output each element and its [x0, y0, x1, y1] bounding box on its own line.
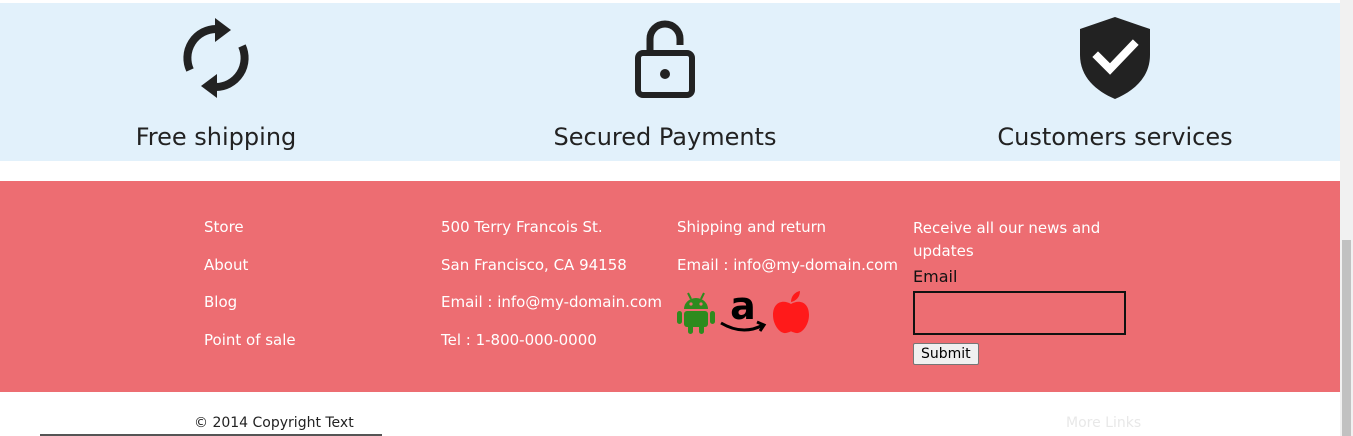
android-icon[interactable] [677, 290, 715, 338]
scrollbar-thumb[interactable] [1342, 240, 1351, 436]
shipping-return-link[interactable]: Shipping and return [677, 217, 898, 255]
footer-links: Store About Blog Point of sale [204, 217, 296, 368]
footer-link-about[interactable]: About [204, 255, 296, 293]
footer-link-point-of-sale[interactable]: Point of sale [204, 330, 296, 368]
contact-email: Email : info@my-domain.com [441, 293, 662, 312]
feature-free-shipping: Free shipping [66, 3, 366, 161]
footer-link-blog[interactable]: Blog [204, 292, 296, 330]
footer-newsletter: Receive all our news and updates Email S… [913, 217, 1126, 365]
feature-customers-services: Customers services [965, 3, 1265, 161]
contact-phone: Tel : 1-800-000-0000 [441, 331, 597, 350]
feature-label: Secured Payments [553, 123, 777, 151]
email-label: Email [913, 267, 958, 286]
site-footer: Store About Blog Point of sale 500 Terry… [0, 181, 1340, 392]
apple-icon[interactable] [771, 290, 811, 338]
submit-button[interactable]: Submit [913, 343, 979, 365]
refresh-icon [171, 15, 261, 101]
contact-city: San Francisco, CA 94158 [441, 255, 627, 274]
email-field[interactable] [913, 291, 1126, 335]
copyright-text: © 2014 Copyright Text [194, 415, 354, 431]
newsletter-title: Receive all our news and updates [913, 219, 1101, 260]
footer-shipping: Shipping and return Email : info@my-doma… [677, 217, 898, 340]
feature-secured-payments: Secured Payments [515, 3, 815, 161]
lock-open-icon [620, 15, 710, 101]
contact-address: 500 Terry Francois St. [441, 218, 603, 236]
store-badges: a [677, 284, 898, 340]
scrollbar[interactable] [1340, 0, 1353, 436]
shipping-email: Email : info@my-domain.com [677, 255, 898, 274]
shield-check-icon [1070, 15, 1160, 101]
feature-label: Customers services [997, 123, 1233, 151]
feature-label: Free shipping [135, 123, 297, 151]
footer-contact: 500 Terry Francois St. San Francisco, CA… [441, 217, 662, 368]
footer-link-store[interactable]: Store [204, 217, 296, 255]
svg-text:a: a [730, 288, 756, 328]
amazon-icon[interactable]: a [719, 284, 767, 340]
more-links-link[interactable]: More Links [1066, 415, 1141, 431]
features-strip: Free shipping Secured Payments Customers… [0, 3, 1340, 161]
